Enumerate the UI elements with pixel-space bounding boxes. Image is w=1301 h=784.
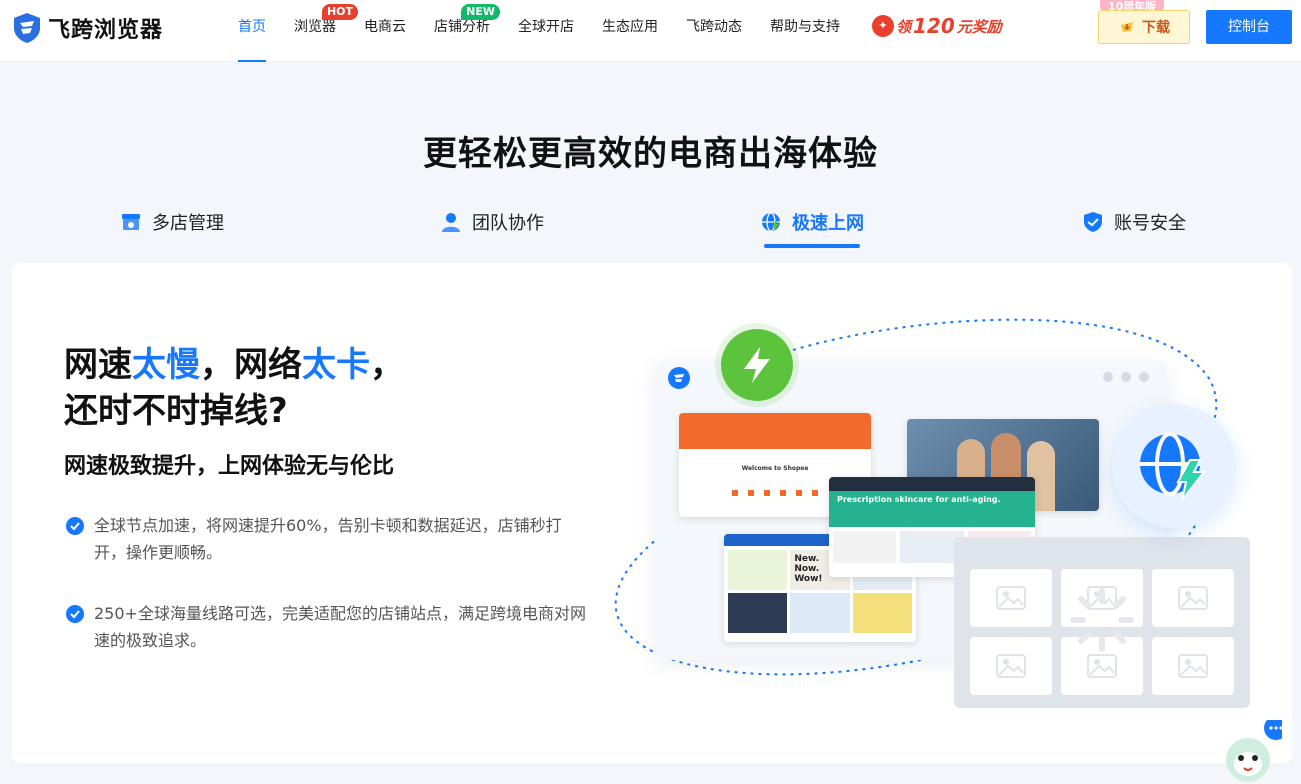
feature-tabs: 多店管理 团队协作 极速上网 账号安全 bbox=[0, 204, 1301, 252]
nav-global-store-label: 全球开店 bbox=[518, 19, 574, 35]
nav-ecosystem[interactable]: 生态应用 bbox=[602, 0, 658, 62]
console-button[interactable]: 控制台 bbox=[1206, 10, 1292, 44]
nav-ecommerce-cloud[interactable]: 电商云 bbox=[364, 0, 406, 62]
nav-ecommerce-cloud-label: 电商云 bbox=[364, 19, 406, 35]
section-title: 更轻松更高效的电商出海体验 bbox=[423, 134, 878, 174]
image-placeholder-icon bbox=[1152, 637, 1234, 695]
nav-store-analysis-label: 店铺分析 bbox=[434, 19, 490, 35]
headline-highlight-2: 太卡 bbox=[302, 345, 370, 385]
nav-store-analysis[interactable]: 店铺分析 NEW bbox=[434, 0, 500, 62]
lightning-bolt-icon bbox=[721, 329, 793, 401]
download-button[interactable]: 下载 bbox=[1098, 10, 1190, 44]
mascot-icon bbox=[1226, 716, 1288, 782]
gift-icon: ✦ bbox=[872, 15, 894, 37]
download-label: 下载 bbox=[1142, 20, 1170, 36]
download-icon bbox=[1121, 22, 1133, 32]
headline-text-3: ， bbox=[370, 345, 404, 385]
promo-prefix: 领 bbox=[896, 17, 912, 36]
headline-text-1: 网速 bbox=[64, 345, 132, 385]
nav-help-label: 帮助与支持 bbox=[770, 19, 840, 35]
tab-account-security-label: 账号安全 bbox=[1114, 213, 1186, 234]
new-badge: NEW bbox=[461, 4, 500, 20]
tab-fast-network[interactable]: 极速上网 bbox=[760, 204, 864, 240]
tab-account-security[interactable]: 账号安全 bbox=[1082, 204, 1186, 240]
logo-text: 飞跨浏览器 bbox=[48, 18, 164, 43]
globe-icon bbox=[762, 212, 780, 232]
tab-fast-network-label: 极速上网 bbox=[792, 213, 864, 234]
image-placeholder-icon bbox=[970, 569, 1052, 627]
browser-logo-icon bbox=[668, 367, 690, 389]
image-placeholder-icon bbox=[970, 637, 1052, 695]
headline-line-1: 网速太慢，网络太卡， bbox=[64, 342, 404, 388]
window-controls bbox=[1103, 372, 1149, 382]
feature-bullet: 250+全球海量线路可选，完美适配您的店铺站点，满足跨境电商对网速的极致追求。 bbox=[66, 600, 586, 654]
feature-subline: 网速极致提升，上网体验无与伦比 bbox=[64, 454, 395, 479]
reward-promo[interactable]: ✦ 领 120 元奖励 bbox=[872, 14, 1002, 38]
feature-bullet: 全球节点加速，将网速提升60%，告别卡顿和数据延迟，店铺秒打开，操作更顺畅。 bbox=[66, 512, 586, 566]
tab-multi-store[interactable]: 多店管理 bbox=[120, 204, 224, 240]
nav-browser[interactable]: 浏览器 HOT bbox=[294, 0, 358, 62]
team-icon bbox=[442, 213, 460, 232]
amazon-promo-text: Prescription skincare for anti-aging. bbox=[829, 491, 1035, 527]
headline-text-2: ，网络 bbox=[200, 345, 302, 385]
promo-suffix: 元奖励 bbox=[956, 17, 1002, 36]
nav-global-store[interactable]: 全球开店 bbox=[518, 0, 574, 62]
promo-amount: 120 bbox=[913, 14, 955, 38]
nav-home-label: 首页 bbox=[238, 19, 266, 35]
bullet-text: 250+全球海量线路可选，完美适配您的店铺站点，满足跨境电商对网速的极致追求。 bbox=[94, 604, 586, 650]
shield-check-icon bbox=[1084, 212, 1102, 232]
tab-multi-store-label: 多店管理 bbox=[152, 213, 224, 234]
fast-globe-icon bbox=[1112, 404, 1236, 528]
check-icon bbox=[66, 605, 84, 623]
loading-placeholder-panel bbox=[954, 537, 1250, 708]
logo[interactable]: 飞跨浏览器 bbox=[12, 12, 163, 44]
check-icon bbox=[66, 517, 84, 535]
headline-highlight-1: 太慢 bbox=[132, 345, 200, 385]
loading-spinner-icon bbox=[1070, 588, 1134, 652]
bullet-text: 全球节点加速，将网速提升60%，告别卡顿和数据延迟，店铺秒打开，操作更顺畅。 bbox=[94, 516, 562, 562]
nav-news[interactable]: 飞跨动态 bbox=[686, 0, 742, 62]
help-chat-mascot[interactable] bbox=[1222, 716, 1288, 784]
hot-badge: HOT bbox=[321, 4, 358, 20]
active-tab-indicator bbox=[764, 244, 860, 248]
tab-team-label: 团队协作 bbox=[472, 213, 544, 234]
nav-news-label: 飞跨动态 bbox=[686, 19, 742, 35]
nav-help[interactable]: 帮助与支持 bbox=[770, 0, 840, 62]
nav-home[interactable]: 首页 bbox=[238, 0, 266, 62]
shopee-welcome-text: Welcome to Shopee bbox=[741, 465, 809, 472]
tab-team[interactable]: 团队协作 bbox=[440, 204, 544, 240]
feature-headline: 网速太慢，网络太卡， 还时不时掉线? bbox=[64, 342, 404, 434]
store-icon bbox=[122, 214, 140, 230]
headline-line-2: 还时不时掉线? bbox=[64, 391, 288, 431]
main-nav: 首页 浏览器 HOT 电商云 店铺分析 NEW 全球开店 生态应用 飞跨动态 帮助与… bbox=[238, 0, 868, 62]
top-header: 飞跨浏览器 首页 浏览器 HOT 电商云 店铺分析 NEW 全球开店 生态应用 飞跨… bbox=[0, 0, 1301, 62]
network-speed-illustration: Welcome to Shopee New. Now. Wow! Prescri… bbox=[600, 300, 1280, 740]
logo-shield-icon bbox=[14, 13, 40, 43]
image-placeholder-icon bbox=[1152, 569, 1234, 627]
nav-ecosystem-label: 生态应用 bbox=[602, 19, 658, 35]
nav-browser-label: 浏览器 bbox=[294, 19, 336, 35]
